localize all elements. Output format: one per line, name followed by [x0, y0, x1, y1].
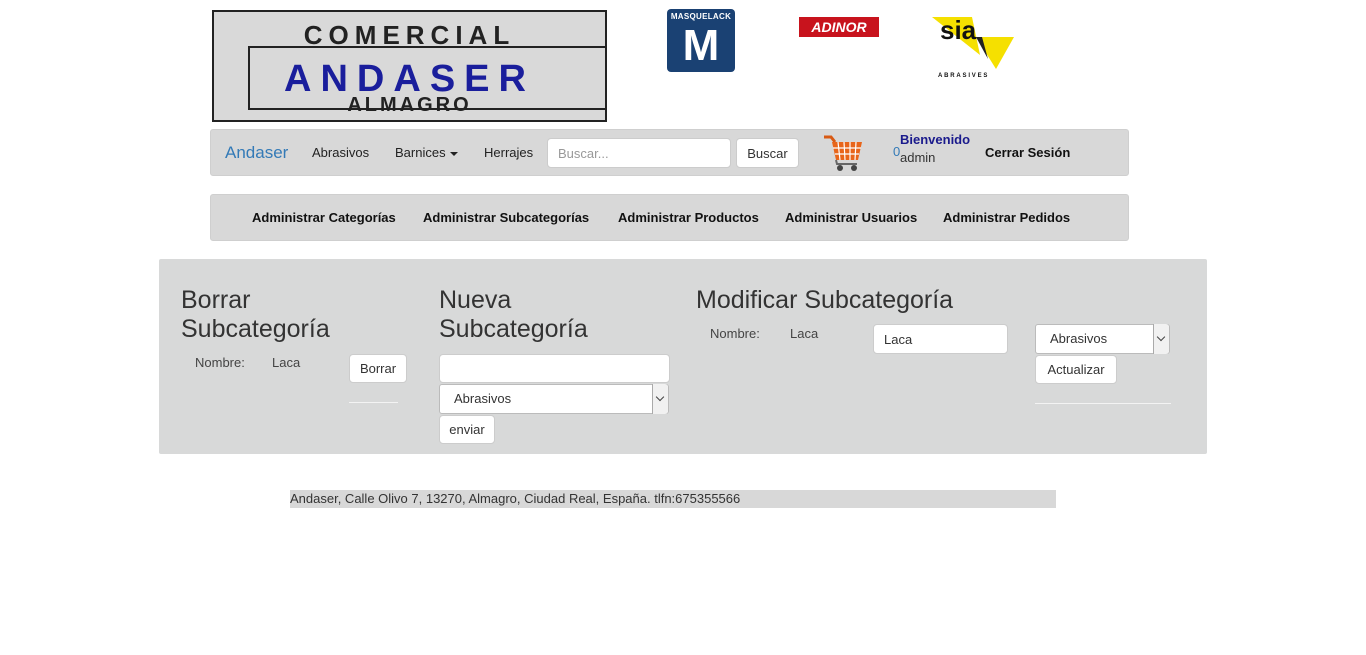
sia-abrasives-logo: sia ABRASIVES [932, 15, 1014, 79]
borrar-title-line2: Subcategoría [181, 315, 330, 343]
modificar-select-value: Abrasivos [1050, 331, 1108, 346]
search-button[interactable]: Buscar [736, 138, 799, 168]
username: admin [900, 150, 936, 165]
shopping-cart-icon[interactable] [823, 134, 863, 175]
borrar-button[interactable]: Borrar [349, 354, 407, 383]
top-navbar: Andaser Abrasivos Barnices Herrajes Busc… [210, 129, 1129, 176]
masquelack-logo: MASQUELACK M [667, 9, 735, 72]
modificar-name-input[interactable] [873, 324, 1008, 354]
borrar-name-value: Laca [272, 355, 301, 370]
caret-down-icon [449, 151, 458, 156]
admin-pedidos-link[interactable]: Administrar Pedidos [943, 210, 1070, 225]
search-input[interactable] [547, 138, 731, 168]
actualizar-button[interactable]: Actualizar [1035, 355, 1117, 384]
adinor-logo: ADINOR S.L. [799, 17, 879, 55]
footer-address: Andaser, Calle Olivo 7, 13270, Almagro, … [290, 490, 1056, 508]
nav-link-herrajes[interactable]: Herrajes [484, 145, 533, 160]
nav-dropdown-barnices[interactable]: Barnices [395, 145, 458, 160]
nueva-name-input[interactable] [439, 354, 670, 383]
modificar-name-label: Nombre: [710, 326, 760, 341]
admin-subcategorias-link[interactable]: Administrar Subcategorías [423, 210, 589, 225]
logo-line-1: COMERCIAL [303, 20, 516, 50]
modificar-divider [1035, 403, 1171, 404]
nav-link-abrasivos[interactable]: Abrasivos [312, 145, 369, 160]
admin-categorias-link[interactable]: Administrar Categorías [252, 210, 396, 225]
borrar-divider [349, 402, 398, 403]
logout-link[interactable]: Cerrar Sesión [985, 145, 1070, 160]
masquelack-logo-letter: M [682, 21, 720, 70]
nueva-select-value: Abrasivos [454, 391, 512, 406]
nueva-category-select[interactable]: Abrasivos [439, 384, 669, 414]
admin-usuarios-link[interactable]: Administrar Usuarios [785, 210, 917, 225]
comercial-andaser-logo: COMERCIAL ANDASER ALMAGRO [212, 10, 607, 122]
sia-logo-word: sia [940, 17, 977, 45]
adinor-logo-text: ADINOR S.L. [811, 19, 867, 55]
modificar-category-select[interactable]: Abrasivos [1035, 324, 1170, 354]
masquelack-logo-text: MASQUELACK [670, 12, 732, 21]
borrar-name-label: Nombre: [195, 355, 245, 370]
modificar-name-value: Laca [790, 326, 819, 341]
borrar-title-line1: Borrar [181, 286, 251, 314]
sia-logo-graphic: sia ABRASIVES [932, 15, 1014, 79]
admin-menu: Administrar Categorías Administrar Subca… [210, 194, 1129, 241]
subcategory-admin-panel: Borrar Subcategoría Nombre: Laca Borrar … [159, 259, 1207, 454]
enviar-button[interactable]: enviar [439, 415, 495, 444]
welcome-text: Bienvenido [900, 132, 971, 147]
chevron-down-icon [652, 384, 668, 414]
admin-productos-link[interactable]: Administrar Productos [618, 210, 759, 225]
logo-line-3: ALMAGRO [347, 94, 472, 116]
nueva-title-line1: Nueva [439, 286, 512, 314]
sia-logo-sub: ABRASIVES [938, 73, 989, 79]
modificar-title: Modificar Subcategoría [696, 286, 954, 314]
nav-dropdown-label: Barnices [395, 145, 446, 160]
chevron-down-icon [1153, 324, 1169, 354]
nueva-title-line2: Subcategoría [439, 315, 588, 343]
brand-link[interactable]: Andaser [225, 143, 288, 163]
